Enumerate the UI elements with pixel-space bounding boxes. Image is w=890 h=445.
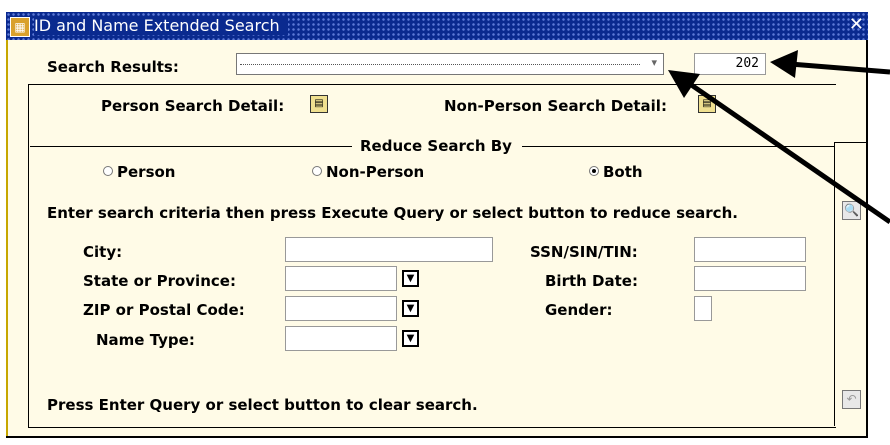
annotation-arrows [668, 50, 890, 225]
arrow-to-count [770, 50, 890, 78]
arrow-to-results-dropdown [668, 70, 890, 225]
